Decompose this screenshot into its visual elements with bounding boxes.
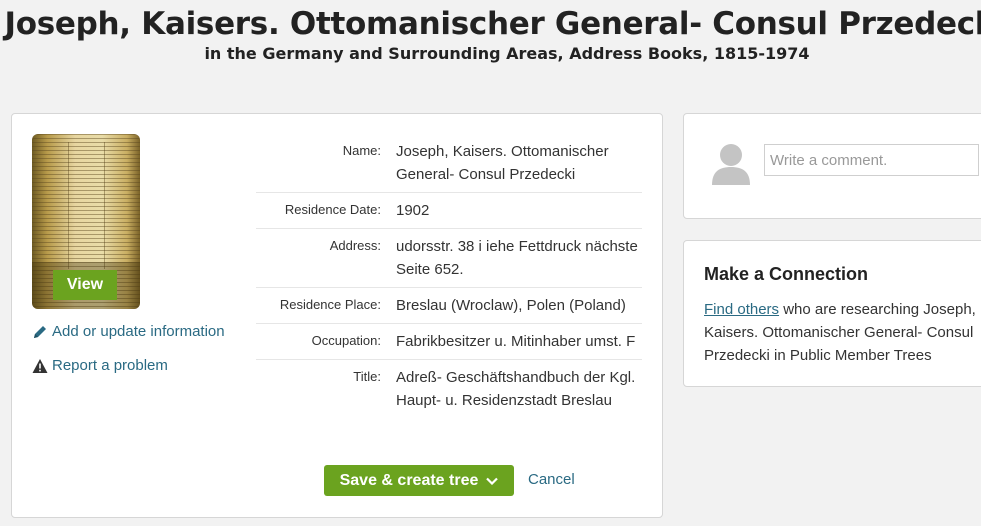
fact-row-residence-date: Residence Date: 1902	[256, 193, 642, 229]
fact-value: udorsstr. 38 i iehe Fettdruck nächste Se…	[396, 238, 638, 278]
record-facts: Name: Joseph, Kaisers. Ottomanischer Gen…	[256, 134, 642, 418]
find-others-link[interactable]: Find others	[704, 301, 779, 318]
connection-text: Find others who are researching Joseph, …	[704, 298, 981, 367]
fact-row-name: Name: Joseph, Kaisers. Ottomanischer Gen…	[256, 134, 642, 193]
fact-label: Title:	[353, 369, 381, 384]
user-silhouette-icon	[712, 144, 750, 185]
pencil-icon	[34, 325, 46, 338]
add-update-info-link[interactable]: Add or update information	[32, 323, 225, 340]
fact-row-residence-place: Residence Place: Breslau (Wroclaw), Pole…	[256, 288, 642, 324]
make-connection-card: Make a Connection Find others who are re…	[683, 240, 981, 387]
record-card: View Add or update information Report a …	[11, 113, 663, 518]
fact-value: 1902	[396, 202, 430, 219]
fact-label: Name:	[342, 143, 381, 158]
warning-icon	[32, 358, 48, 373]
fact-label: Occupation:	[311, 333, 381, 348]
fact-label: Residence Date:	[284, 202, 381, 217]
add-update-info-label: Add or update information	[52, 323, 225, 340]
save-create-tree-label: Save & create tree	[339, 471, 479, 489]
comment-input[interactable]	[764, 144, 979, 176]
fact-label: Residence Place:	[279, 297, 381, 312]
fact-value: Fabrikbesitzer u. Mitinhaber umst. F	[396, 333, 636, 350]
cancel-link[interactable]: Cancel	[528, 471, 575, 488]
page-title: Joseph, Kaisers. Ottomanischer General- …	[4, 6, 981, 42]
record-image-thumbnail[interactable]: View	[32, 134, 140, 309]
report-problem-label: Report a problem	[52, 357, 168, 374]
comment-card	[683, 113, 981, 219]
chevron-down-icon	[486, 477, 499, 485]
fact-value: Adreß- Geschäftshandbuch der Kgl. Haupt-…	[396, 369, 636, 409]
view-image-button[interactable]: View	[53, 270, 117, 300]
fact-value: Breslau (Wroclaw), Polen (Poland)	[396, 297, 626, 314]
save-create-tree-button[interactable]: Save & create tree	[324, 465, 514, 496]
fact-row-address: Address: udorsstr. 38 i iehe Fettdruck n…	[256, 229, 642, 288]
fact-row-title: Title: Adreß- Geschäftshandbuch der Kgl.…	[256, 360, 642, 418]
fact-label: Address:	[329, 238, 381, 253]
fact-value: Joseph, Kaisers. Ottomanischer General- …	[396, 143, 609, 183]
report-problem-link[interactable]: Report a problem	[32, 357, 168, 374]
fact-row-occupation: Occupation: Fabrikbesitzer u. Mitinhaber…	[256, 324, 642, 360]
page-subtitle: in the Germany and Surrounding Areas, Ad…	[204, 44, 810, 63]
connection-title: Make a Connection	[704, 264, 869, 284]
